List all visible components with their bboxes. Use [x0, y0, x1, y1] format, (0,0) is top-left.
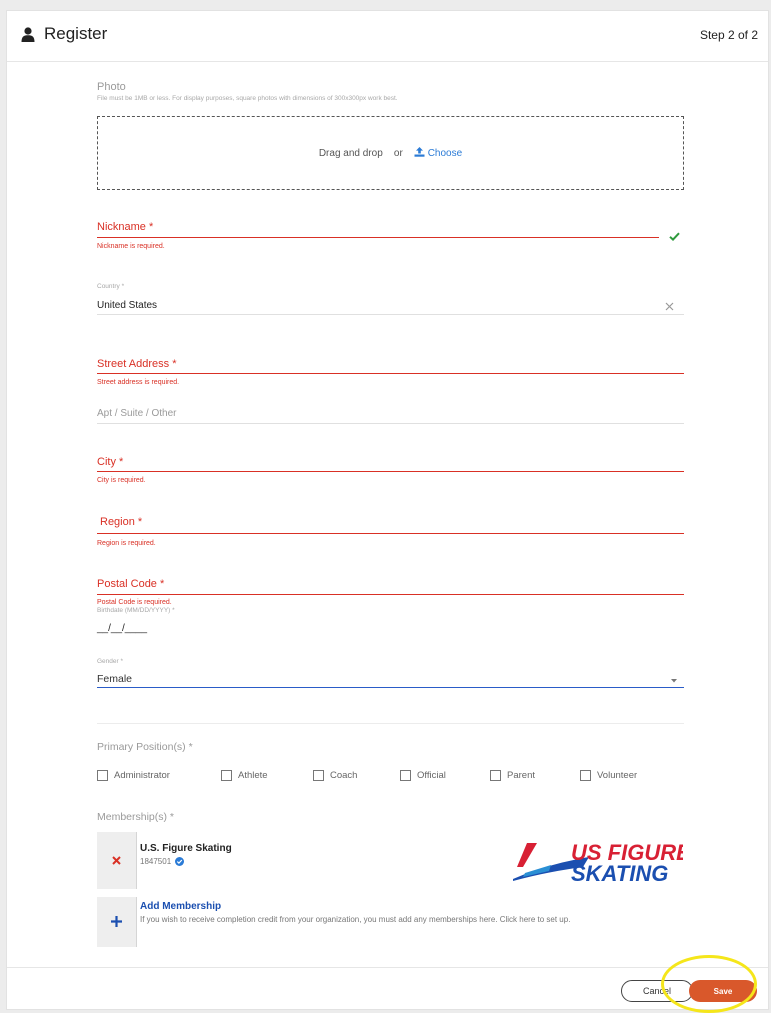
city-error: City is required. [97, 477, 146, 484]
position-parent[interactable]: Parent [490, 770, 535, 781]
membership-id: 1847501 [140, 857, 172, 866]
positions-group: Administrator Athlete Coach Official Par… [97, 770, 697, 786]
membership-name: U.S. Figure Skating [140, 843, 232, 854]
cancel-button[interactable]: Cancel [621, 980, 693, 1002]
register-card: Register Step 2 of 2 Photo File must be … [6, 10, 769, 1010]
photo-label: Photo [97, 81, 126, 93]
postal-label: Postal Code * [97, 578, 165, 590]
region-label: Region * [100, 516, 143, 528]
birthdate-input[interactable]: __/__/____ [97, 623, 147, 634]
or-text: or [393, 148, 403, 159]
street-input[interactable] [97, 373, 684, 374]
gender-select[interactable] [97, 687, 684, 688]
country-value[interactable]: United States [97, 300, 157, 311]
position-official[interactable]: Official [400, 770, 446, 781]
region-input[interactable] [97, 533, 684, 534]
checkbox[interactable] [580, 770, 591, 781]
choose-label: Choose [427, 148, 463, 159]
position-volunteer[interactable]: Volunteer [580, 770, 637, 781]
city-label: City * [97, 456, 124, 468]
position-administrator[interactable]: Administrator [97, 770, 170, 781]
tile-separator [136, 832, 137, 889]
region-error: Region is required. [97, 540, 156, 547]
gender-value[interactable]: Female [97, 673, 132, 685]
close-icon[interactable] [665, 302, 674, 311]
drag-drop-text: Drag and drop [318, 148, 383, 159]
positions-label: Primary Position(s) * [97, 741, 193, 753]
choose-link[interactable]: Choose [414, 147, 463, 159]
header: Register Step 2 of 2 [7, 11, 768, 62]
street-error: Street address is required. [97, 379, 180, 386]
checkbox[interactable] [97, 770, 108, 781]
save-button[interactable]: Save [689, 980, 757, 1002]
footer-divider [7, 967, 768, 968]
postal-input[interactable] [97, 594, 684, 595]
position-athlete[interactable]: Athlete [221, 770, 268, 781]
add-membership-title[interactable]: Add Membership [140, 901, 221, 912]
checkbox[interactable] [400, 770, 411, 781]
us-figure-skating-logo: US FIGURE SKATING [513, 840, 683, 885]
step-indicator: Step 2 of 2 [699, 28, 758, 42]
close-icon [112, 856, 121, 865]
add-membership-button[interactable] [97, 897, 136, 947]
verified-icon [175, 857, 185, 866]
position-coach[interactable]: Coach [313, 770, 357, 781]
photo-dropzone[interactable]: Drag and drop or Choose [97, 116, 684, 190]
nickname-input[interactable] [97, 237, 659, 238]
checkbox[interactable] [221, 770, 232, 781]
photo-hint: File must be 1MB or less. For display pu… [97, 95, 398, 102]
postal-error: Postal Code is required. [97, 599, 172, 606]
logo-text-line2: SKATING [571, 861, 668, 885]
birthdate-label: Birthdate (MM/DD/YYYY) * [97, 607, 175, 614]
remove-membership-button[interactable] [97, 832, 136, 889]
plus-icon [111, 916, 122, 927]
street-label: Street Address * [97, 358, 177, 370]
chevron-down-icon[interactable] [671, 679, 677, 683]
membership-id-row: 1847501 [140, 857, 185, 866]
apt-underline [97, 423, 684, 424]
add-membership-description: If you wish to receive completion credit… [140, 915, 571, 924]
memberships-label: Membership(s) * [97, 811, 175, 823]
nickname-label: Nickname * [97, 221, 154, 233]
section-divider [97, 723, 684, 724]
country-field [97, 314, 684, 315]
check-icon [669, 232, 680, 241]
gender-label: Gender * [97, 658, 124, 665]
country-label: Country * [97, 283, 125, 290]
checkbox[interactable] [313, 770, 324, 781]
checkbox[interactable] [490, 770, 501, 781]
apt-input[interactable]: Apt / Suite / Other [97, 408, 176, 419]
tile-separator [136, 897, 137, 947]
city-input[interactable] [97, 471, 684, 472]
nickname-error: Nickname is required. [97, 243, 165, 250]
upload-icon [414, 147, 425, 157]
user-icon [21, 27, 35, 42]
page-title: Register [44, 24, 108, 43]
